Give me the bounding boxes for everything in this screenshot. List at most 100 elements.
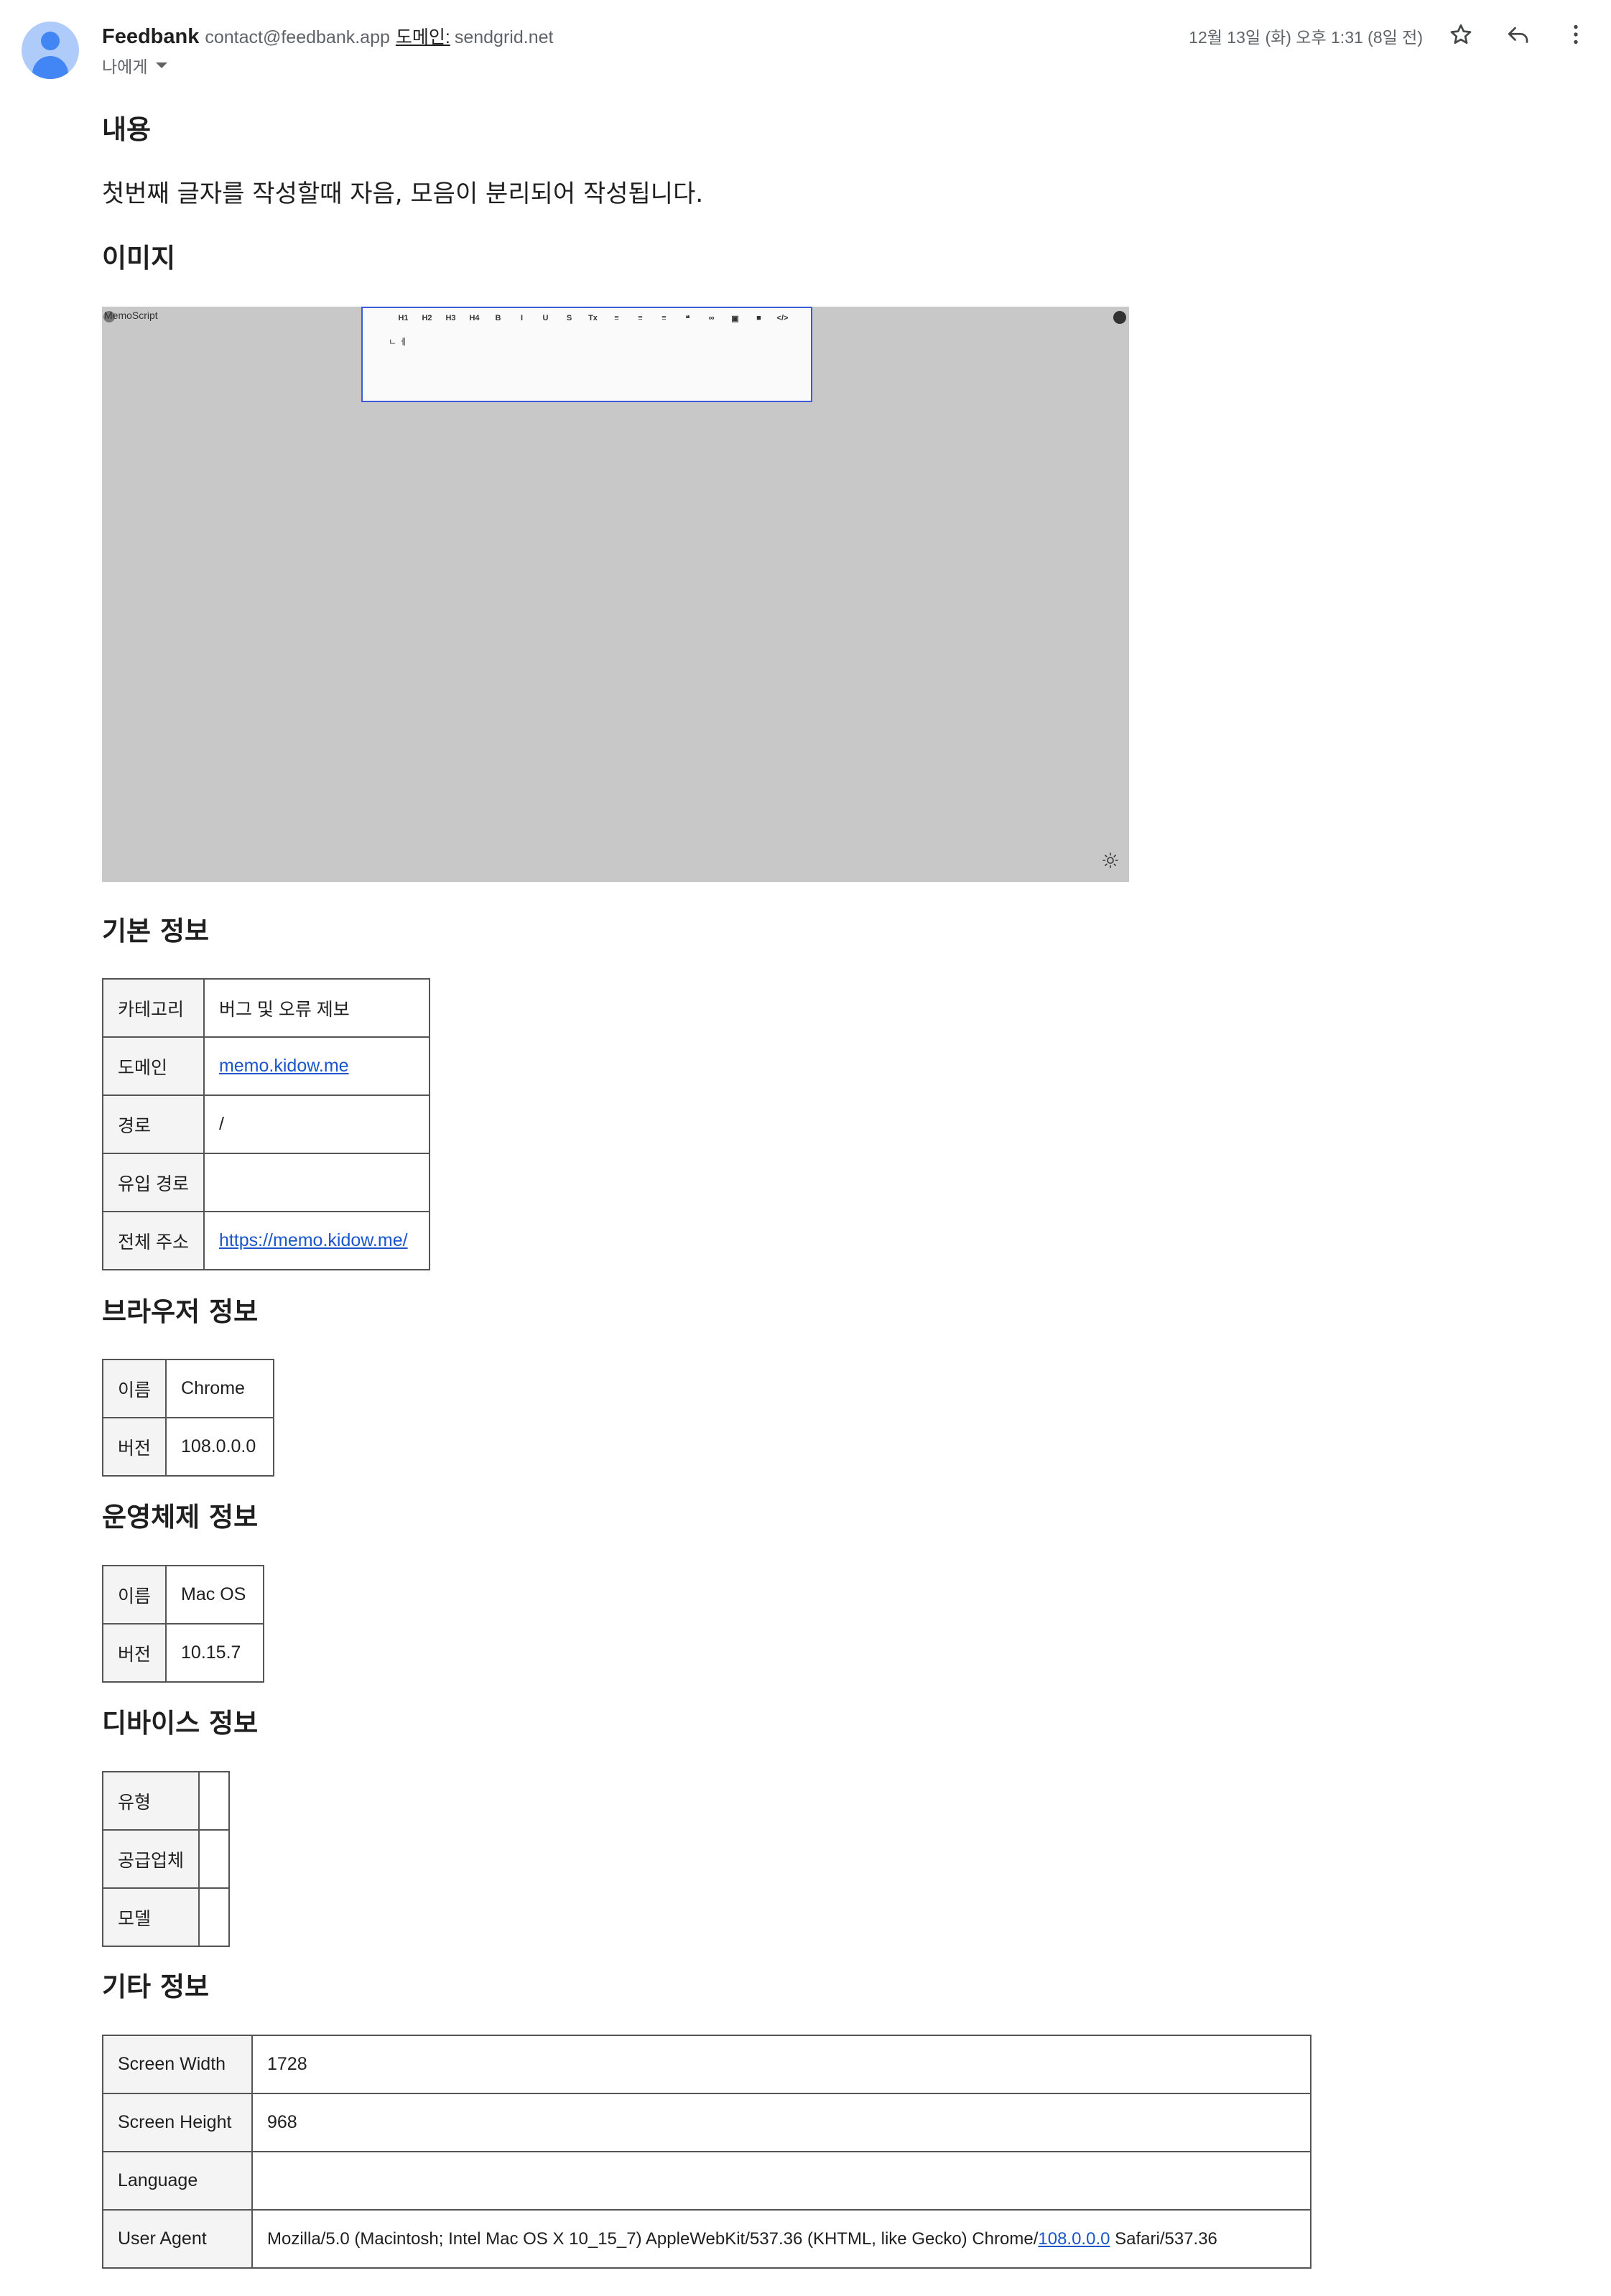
table-value <box>198 1887 231 1947</box>
toolbar-button-15: ■ <box>756 314 761 322</box>
device-info-heading: 디바이스 정보 <box>102 1708 259 1739</box>
table-key: 버전 <box>101 1623 167 1683</box>
table-key: 전체 주소 <box>102 1211 205 1270</box>
domain-link[interactable]: memo.kidow.me <box>219 1056 349 1076</box>
table-value: 108.0.0.0 <box>165 1417 275 1477</box>
star-button[interactable] <box>1444 17 1478 52</box>
user-agent-text: Mozilla/5.0 (Macintosh; Intel Mac OS X 1… <box>267 2228 1039 2249</box>
domain-value: sendgrid.net <box>454 27 554 47</box>
message-date: 12월 13일 (화) 오후 1:31 (8일 전) <box>1189 28 1423 47</box>
user-agent-text-end: Safari/537.36 <box>1110 2228 1217 2249</box>
other-info-table: Screen Width 1728 Screen Height 968 Lang… <box>102 2035 1311 2269</box>
table-key: 공급업체 <box>101 1829 200 1889</box>
sun-icon <box>1102 852 1118 868</box>
table-row: 경로 / <box>102 1094 430 1154</box>
avatar-head <box>41 32 60 50</box>
basic-info-heading: 기본 정보 <box>102 916 210 947</box>
table-row: 이름 Mac OS <box>101 1565 265 1625</box>
recipient-label: 나에게 <box>102 58 148 77</box>
sender-name[interactable]: Feedbank <box>102 25 199 49</box>
sender-email: contact@feedbank.app <box>205 27 390 47</box>
table-row: 모델 <box>101 1887 231 1947</box>
table-key: 유형 <box>101 1771 200 1831</box>
table-row: 이름 Chrome <box>101 1359 275 1418</box>
sender-line: Feedbank contact@feedbank.app 도메인: sendg… <box>102 23 554 49</box>
table-value <box>198 1771 231 1831</box>
editor-typed-text: ㄴ ㅔ <box>389 337 407 347</box>
toolbar-button-5: I <box>520 314 524 322</box>
toolbar-button-13: ∞ <box>708 314 715 322</box>
content-heading: 내용 <box>102 114 152 145</box>
table-value: https://memo.kidow.me/ <box>203 1211 430 1270</box>
table-row: 유입 경로 <box>102 1153 430 1212</box>
table-value <box>251 2151 1311 2211</box>
table-value <box>203 1153 430 1212</box>
table-key: 유입 경로 <box>102 1153 205 1212</box>
table-row: 카테고리 버그 및 오류 제보 <box>102 978 430 1038</box>
table-row: 유형 <box>101 1771 231 1831</box>
star-icon <box>1450 24 1472 45</box>
device-info-table: 유형 공급업체 모델 <box>101 1771 231 1947</box>
toolbar-button-16: </> <box>776 314 789 322</box>
domain-label[interactable]: 도메인: <box>396 23 450 49</box>
table-key: User Agent <box>102 2209 253 2269</box>
toolbar-button-14: ▣ <box>731 315 739 323</box>
chevron-down-icon[interactable] <box>156 62 168 68</box>
table-key: 이름 <box>101 1359 167 1418</box>
recipient-dropdown[interactable]: 나에게 <box>102 53 168 78</box>
table-value: Chrome <box>165 1359 275 1418</box>
basic-info-table: 카테고리 버그 및 오류 제보 도메인 memo.kidow.me 경로 / 유… <box>102 978 430 1270</box>
toolbar-button-0: H1 <box>398 314 409 322</box>
table-key: 모델 <box>101 1887 200 1947</box>
toolbar-button-12: ❝ <box>685 315 690 323</box>
other-info-heading: 기타 정보 <box>102 1971 210 2002</box>
browser-info-heading: 브라우저 정보 <box>102 1296 259 1327</box>
table-key: 카테고리 <box>102 978 205 1038</box>
table-row: Screen Height 968 <box>102 2093 1311 2152</box>
table-value: Mac OS <box>165 1565 265 1625</box>
os-info-heading: 운영체제 정보 <box>102 1502 259 1533</box>
table-key: 도메인 <box>102 1036 205 1096</box>
table-row: Screen Width 1728 <box>102 2035 1311 2094</box>
table-value: / <box>203 1094 430 1154</box>
table-value: 10.15.7 <box>165 1623 265 1683</box>
github-icon <box>1113 311 1126 324</box>
table-key: Screen Width <box>102 2035 253 2094</box>
table-key: Screen Height <box>102 2093 253 2152</box>
table-value: Mozilla/5.0 (Macintosh; Intel Mac OS X 1… <box>251 2209 1311 2269</box>
toolbar-button-10: ≡ <box>638 314 643 322</box>
table-row: 공급업체 <box>101 1829 231 1889</box>
toolbar-button-9: ≡ <box>614 314 619 322</box>
toolbar-button-8: Tx <box>588 314 598 322</box>
more-options-button[interactable] <box>1559 17 1593 52</box>
toolbar-button-11: ≡ <box>661 314 667 322</box>
table-key: 버전 <box>101 1417 167 1477</box>
toolbar-button-6: U <box>542 314 549 322</box>
table-key: Language <box>102 2151 253 2211</box>
table-row: User Agent Mozilla/5.0 (Macintosh; Intel… <box>102 2209 1311 2269</box>
toolbar-button-7: S <box>566 314 572 322</box>
reply-button[interactable] <box>1501 17 1536 52</box>
editor-box: H1 H2 H3 H4 B I U S Tx ≡ ≡ ≡ ❝ ∞ ▣ ■ </> ㄴ ㅔ <box>361 307 812 402</box>
editor-toolbar: H1 H2 H3 H4 B I U S Tx ≡ ≡ ≡ ❝ ∞ ▣ ■ </> <box>391 314 794 323</box>
more-vert-icon <box>1574 24 1578 45</box>
table-value: 968 <box>251 2093 1311 2152</box>
table-row: 버전 10.15.7 <box>101 1623 265 1683</box>
table-row: 도메인 memo.kidow.me <box>102 1036 430 1096</box>
table-row: 전체 주소 https://memo.kidow.me/ <box>102 1211 430 1270</box>
sender-avatar[interactable] <box>22 22 79 79</box>
chrome-version-link[interactable]: 108.0.0.0 <box>1038 2229 1110 2249</box>
app-logo-text: MemoScript <box>104 310 158 321</box>
table-value: memo.kidow.me <box>203 1036 430 1096</box>
attached-screenshot[interactable]: MemoScript H1 H2 H3 H4 B I U S Tx ≡ ≡ ≡ ❝ ∞ ▣ ■ </> ㄴ ㅔ <box>102 307 1129 882</box>
reply-icon <box>1508 27 1528 43</box>
table-value: 1728 <box>251 2035 1311 2094</box>
os-info-table: 이름 Mac OS 버전 10.15.7 <box>101 1565 265 1683</box>
toolbar-button-2: H3 <box>445 314 456 322</box>
full-url-link[interactable]: https://memo.kidow.me/ <box>219 1230 408 1250</box>
image-heading: 이미지 <box>102 243 176 274</box>
toolbar-button-1: H2 <box>422 314 432 322</box>
toolbar-button-4: B <box>495 314 501 322</box>
table-key: 경로 <box>102 1094 205 1154</box>
table-key: 이름 <box>101 1565 167 1625</box>
